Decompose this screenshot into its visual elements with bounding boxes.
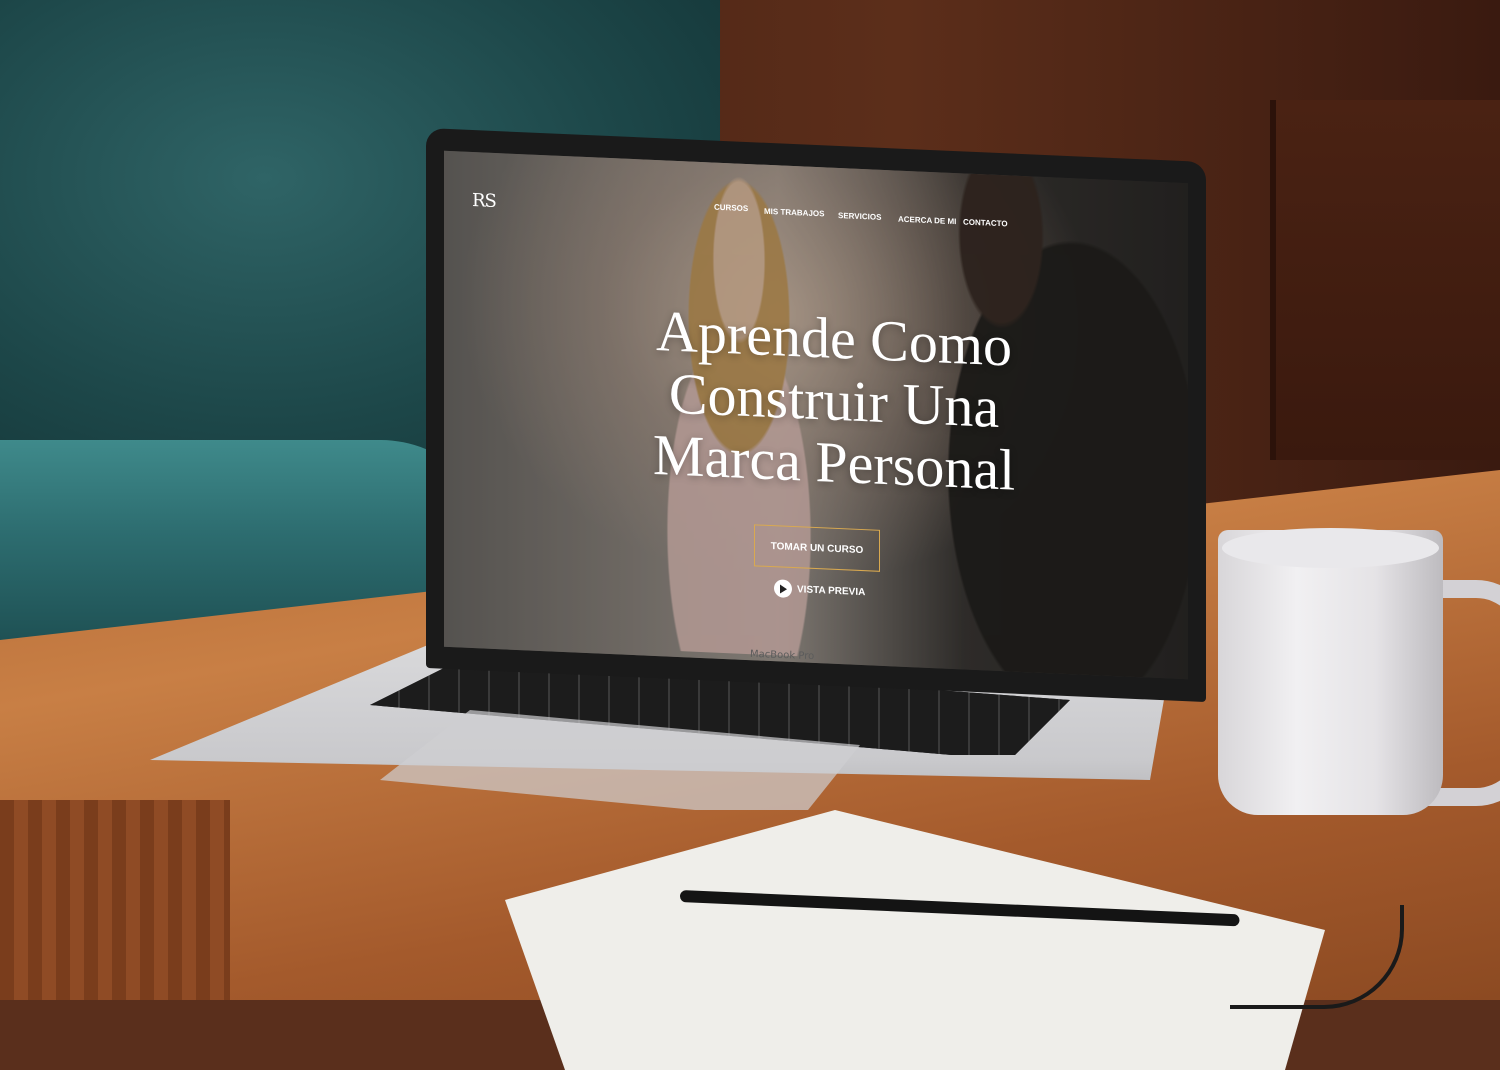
laptop-brand-label: MacBook Pro <box>749 648 815 663</box>
wall-panel <box>1270 100 1500 460</box>
take-course-button[interactable]: TOMAR UN CURSO <box>754 524 880 572</box>
laptop-lid: RS CURSOS MIS TRABAJOS SERVICIOS ACERCA … <box>426 128 1206 703</box>
website-screen: RS CURSOS MIS TRABAJOS SERVICIOS ACERCA … <box>444 150 1188 680</box>
table-edge <box>0 800 230 1000</box>
nav-item-mis-trabajos[interactable]: MIS TRABAJOS <box>764 207 824 219</box>
play-icon <box>774 579 792 598</box>
nav-item-servicios[interactable]: SERVICIOS <box>838 211 881 222</box>
site-logo[interactable]: RS <box>472 190 496 212</box>
hero-title: Aprende Como Construir Una Marca Persona… <box>624 298 1044 503</box>
preview-label: VISTA PREVIA <box>797 583 866 598</box>
nav-item-acerca-de-mi[interactable]: ACERCA DE MI <box>898 215 956 227</box>
nav-item-cursos[interactable]: CURSOS <box>714 203 748 213</box>
nav-item-contacto[interactable]: CONTACTO <box>963 217 1008 228</box>
mug-rim <box>1222 528 1439 568</box>
coffee-mug <box>1218 530 1443 815</box>
